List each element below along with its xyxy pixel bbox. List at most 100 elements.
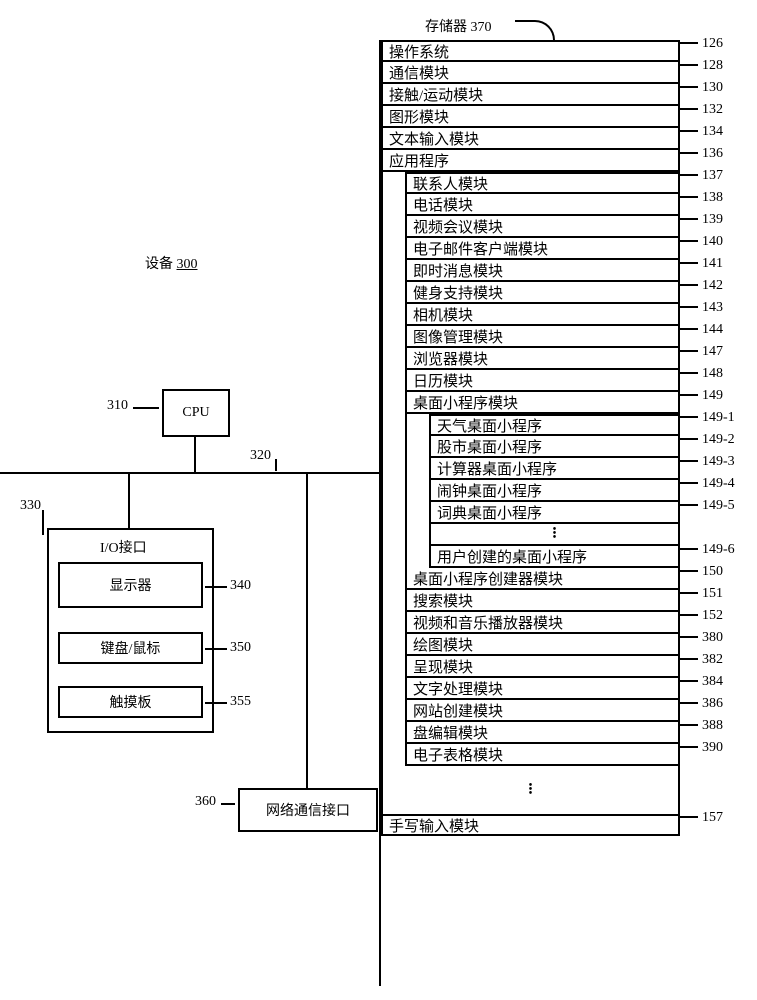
display-ref-lead (205, 586, 227, 588)
memory-ref: 134 (702, 124, 723, 140)
keyboard-label: 键盘/鼠标 (101, 638, 161, 658)
memory-header: 存储器 370 (425, 16, 492, 36)
io-title: I/O接口 (100, 537, 147, 557)
memory-ref: 130 (702, 80, 723, 96)
memory-ref-lead (680, 460, 698, 462)
memory-row-text: 健身支持模块 (413, 282, 503, 303)
memory-row: 应用程序 (381, 150, 680, 172)
display-ref: 340 (230, 578, 251, 594)
memory-row-text: 计算器桌面小程序 (437, 458, 557, 479)
memory-row-text: 闹钟桌面小程序 (437, 480, 542, 501)
memory-ref-lead (680, 394, 698, 396)
memory-row: 计算器桌面小程序 (429, 458, 680, 480)
bus-ref-lead (275, 459, 277, 471)
memory-ref-lead (680, 240, 698, 242)
cpu-label: CPU (182, 405, 209, 421)
touchpad-ref-lead (205, 702, 227, 704)
memory-row: 电话模块 (405, 194, 680, 216)
memory-left-border (379, 40, 381, 986)
memory-ref-lead (680, 636, 698, 638)
vdots-icon: ••• (553, 528, 557, 540)
memory-header-curve (515, 20, 555, 40)
memory-row-text: 绘图模块 (413, 634, 473, 655)
net-ref-lead (221, 803, 235, 805)
memory-ref-lead (680, 658, 698, 660)
memory-ref: 143 (702, 300, 723, 316)
device-ref: 300 (177, 257, 198, 272)
memory-ref: 148 (702, 366, 723, 382)
display-box: 显示器 (58, 562, 203, 608)
memory-ref: 126 (702, 36, 723, 52)
display-label: 显示器 (110, 575, 152, 595)
memory-ref-lead (680, 284, 698, 286)
memory-ref-lead (680, 816, 698, 818)
memory-ref-lead (680, 702, 698, 704)
net-label: 网络通信接口 (266, 800, 350, 820)
memory-ref: 139 (702, 212, 723, 228)
vdots-icon: ••• (529, 784, 533, 796)
memory-ref-lead (680, 504, 698, 506)
device-label-text: 设备 (145, 257, 173, 272)
memory-row: 绘图模块 (405, 634, 680, 656)
memory-ref: 149-4 (702, 476, 735, 492)
memory-ref: 147 (702, 344, 723, 360)
memory-ref: 137 (702, 168, 723, 184)
memory-row-text: 联系人模块 (413, 173, 488, 194)
io-ref-lead (42, 510, 44, 535)
memory-row-text: 应用程序 (389, 150, 449, 171)
memory-ref: 390 (702, 740, 723, 756)
bus-io-line (128, 472, 130, 528)
bus-net-line (306, 472, 308, 788)
net-ref: 360 (195, 794, 216, 810)
memory-ref: 152 (702, 608, 723, 624)
memory-ref: 382 (702, 652, 723, 668)
memory-row: 网站创建模块 (405, 700, 680, 722)
keyboard-ref: 350 (230, 640, 251, 656)
memory-row-text: 用户创建的桌面小程序 (437, 546, 587, 567)
memory-row: ••• (429, 524, 680, 546)
memory-ref: 132 (702, 102, 723, 118)
memory-row: 电子表格模块 (405, 744, 680, 766)
memory-row-text: 通信模块 (389, 62, 449, 83)
memory-row-text: 图像管理模块 (413, 326, 503, 347)
memory-row: 桌面小程序模块 (405, 392, 680, 414)
memory-row: 通信模块 (381, 62, 680, 84)
memory-ref: 388 (702, 718, 723, 734)
memory-ref: 149-1 (702, 410, 735, 426)
memory-ref-lead (680, 262, 698, 264)
memory-ref-lead (680, 416, 698, 418)
memory-ref-lead (680, 64, 698, 66)
touchpad-box: 触摸板 (58, 686, 203, 718)
memory-ref: 128 (702, 58, 723, 74)
memory-ref-lead (680, 438, 698, 440)
memory-row: 桌面小程序创建器模块 (405, 568, 680, 590)
memory-ref-lead (680, 350, 698, 352)
cpu-ref: 310 (107, 398, 128, 414)
memory-ref-lead (680, 570, 698, 572)
memory-row: 天气桌面小程序 (429, 414, 680, 436)
memory-ref-lead (680, 196, 698, 198)
memory-row-text: 词典桌面小程序 (437, 502, 542, 523)
memory-row: 电子邮件客户端模块 (405, 238, 680, 260)
memory-ref: 149-5 (702, 498, 735, 514)
bus-cpu-line (194, 437, 196, 472)
memory-row-text: 呈现模块 (413, 656, 473, 677)
memory-row: 操作系统 (381, 40, 680, 62)
io-ref: 330 (20, 498, 41, 514)
memory-row: 浏览器模块 (405, 348, 680, 370)
memory-ref-lead (680, 680, 698, 682)
memory-row-text: 视频和音乐播放器模块 (413, 612, 563, 633)
memory-row-text: 文本输入模块 (389, 128, 479, 149)
bus-line (0, 472, 380, 474)
memory-ref: 141 (702, 256, 723, 272)
handwriting-ref: 157 (702, 810, 723, 826)
memory-row: 呈现模块 (405, 656, 680, 678)
memory-ref: 149-3 (702, 454, 735, 470)
memory-header-ref: 370 (471, 20, 492, 35)
memory-ref: 144 (702, 322, 723, 338)
memory-ref-lead (680, 592, 698, 594)
memory-row: 闹钟桌面小程序 (429, 480, 680, 502)
touchpad-label: 触摸板 (110, 692, 152, 712)
memory-ref-lead (680, 548, 698, 550)
memory-header-label: 存储器 (425, 20, 467, 35)
